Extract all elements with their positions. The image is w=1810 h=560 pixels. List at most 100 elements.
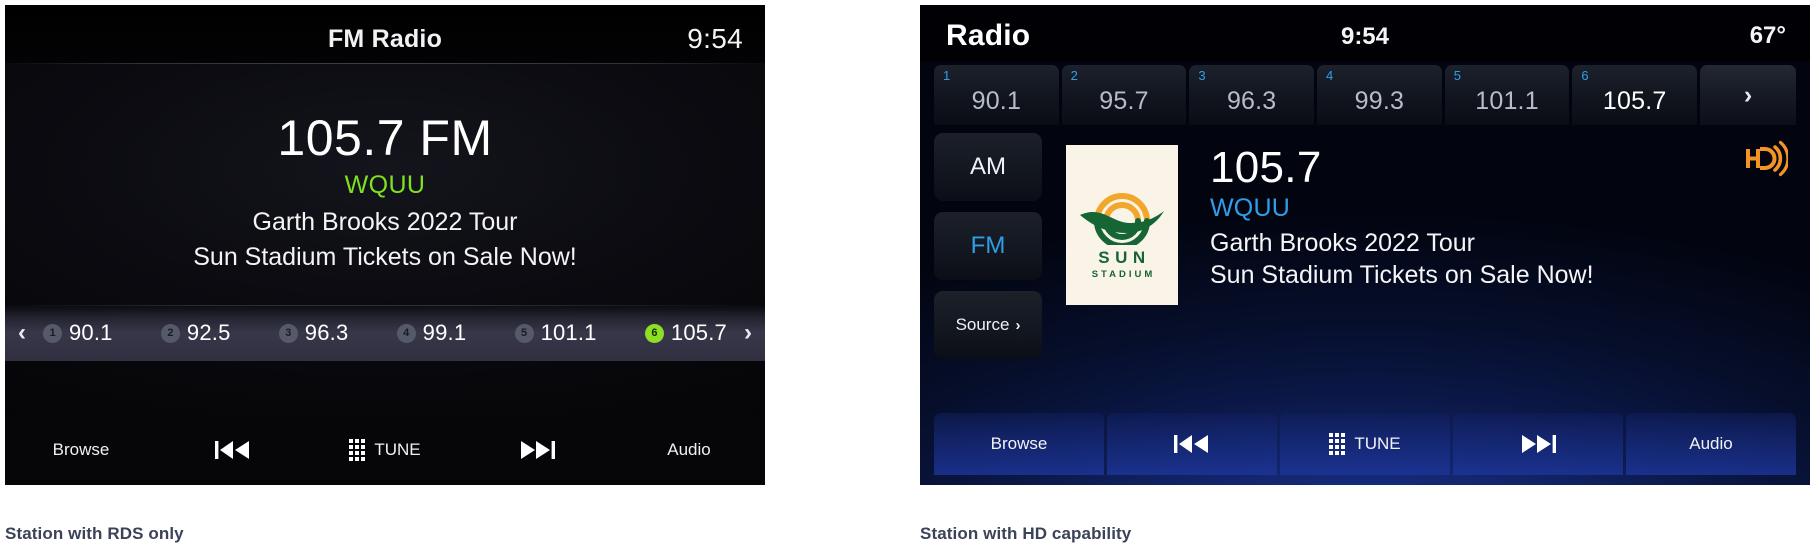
rds-preset-1-frequency: 90.1 xyxy=(69,320,113,345)
hd-source-button[interactable]: Source › xyxy=(934,291,1042,359)
rds-preset-6-number: 6 xyxy=(644,323,664,343)
hd-preset-1-number: 1 xyxy=(943,68,951,83)
hd-browse-button[interactable]: Browse xyxy=(934,413,1104,475)
rds-call-sign: WQUU xyxy=(344,171,426,199)
hd-browse-label: Browse xyxy=(990,434,1048,453)
hd-preset-1[interactable]: 1 90.1 xyxy=(934,65,1059,125)
hd-preset-4-frequency: 99.3 xyxy=(1354,87,1405,115)
hd-preset-5[interactable]: 5 101.1 xyxy=(1444,65,1570,125)
rds-tune-button[interactable]: TUNE xyxy=(309,415,461,485)
hd-source-label: Source xyxy=(955,315,1010,334)
hd-am-label: AM xyxy=(970,153,1006,180)
hd-preset-6-frequency: 105.7 xyxy=(1602,87,1667,115)
rds-preset-4-number: 4 xyxy=(396,323,416,343)
rds-audio-button[interactable]: Audio xyxy=(613,415,765,485)
hd-preset-4-number: 4 xyxy=(1326,68,1334,83)
hd-radio-text-line-1: Garth Brooks 2022 Tour xyxy=(1210,228,1475,257)
hd-preset-6[interactable]: 6 105.7 xyxy=(1572,65,1698,125)
rds-preset-5-frequency: 101.1 xyxy=(540,320,597,345)
hd-temperature: 67° xyxy=(1749,22,1786,49)
rds-preset-1-number: 1 xyxy=(43,323,62,343)
chevron-right-icon: › xyxy=(1743,80,1753,109)
rds-radio-screen: FM Radio 9:54 105.7 FM WQUU Garth Brooks… xyxy=(5,5,765,485)
rds-preset-2-frequency: 92.5 xyxy=(186,320,231,345)
rds-next-button[interactable] xyxy=(461,415,613,485)
hd-preset-3[interactable]: 3 96.3 xyxy=(1189,65,1315,125)
rds-tune-label: TUNE xyxy=(374,440,421,459)
hd-radio-icon xyxy=(1744,139,1790,177)
hd-preset-3-number: 3 xyxy=(1198,68,1206,83)
hd-album-art: SUN STADIUM xyxy=(1066,145,1178,305)
rds-preset-4[interactable]: 4 99.1 xyxy=(396,320,467,346)
sun-stadium-logo-icon xyxy=(1076,171,1168,249)
hd-preset-2-number: 2 xyxy=(1070,68,1078,83)
rds-preset-6[interactable]: 6 105.7 xyxy=(644,320,727,346)
prev-track-icon xyxy=(1172,433,1212,455)
rds-browse-label: Browse xyxy=(52,440,110,459)
hd-audio-label: Audio xyxy=(1689,434,1733,453)
hd-band-selector: AM FM Source › xyxy=(934,133,1042,370)
hd-tune-button[interactable]: TUNE xyxy=(1280,413,1450,475)
hd-audio-button[interactable]: Audio xyxy=(1626,413,1796,475)
rds-preset-1[interactable]: 1 90.1 xyxy=(43,320,113,346)
hd-radio-text-line-2: Sun Stadium Tickets on Sale Now! xyxy=(1210,260,1594,289)
rds-preset-bar: ‹ 1 90.1 2 92.5 3 96.3 4 99.1 5 101.1 6 … xyxy=(5,305,765,361)
hd-call-sign: WQUU xyxy=(1210,193,1290,222)
hd-preset-5-frequency: 101.1 xyxy=(1475,87,1539,115)
hd-am-button[interactable]: AM xyxy=(934,133,1042,201)
hd-fm-label: FM xyxy=(970,232,1006,259)
rds-audio-label: Audio xyxy=(667,440,711,459)
rds-preset-3-frequency: 96.3 xyxy=(304,320,349,345)
hd-now-playing-info: 105.7 WQUU Garth Brooks 2022 Tour Sun St… xyxy=(1210,143,1750,290)
hd-preset-2[interactable]: 2 95.7 xyxy=(1061,65,1187,125)
rds-clock: 9:54 xyxy=(687,23,743,54)
hd-clock: 9:54 xyxy=(1340,23,1390,50)
rds-preset-prev-arrow-icon[interactable]: ‹ xyxy=(5,321,39,345)
hd-preset-3-frequency: 96.3 xyxy=(1226,87,1277,115)
rds-preset-2-number: 2 xyxy=(160,323,180,343)
hd-next-button[interactable] xyxy=(1453,413,1623,475)
rds-preset-4-frequency: 99.1 xyxy=(422,320,467,345)
rds-browse-button[interactable]: Browse xyxy=(5,415,157,485)
hd-preset-2-frequency: 95.7 xyxy=(1099,87,1149,115)
comparison-figure: FM Radio 9:54 105.7 FM WQUU Garth Brooks… xyxy=(0,0,1810,560)
rds-previous-button[interactable] xyxy=(157,415,309,485)
hd-tune-label: TUNE xyxy=(1354,434,1401,453)
rds-panel-caption: Station with RDS only xyxy=(5,524,184,543)
next-track-icon xyxy=(1518,433,1558,455)
next-track-icon xyxy=(517,439,557,461)
hd-radio-screen: Radio 9:54 67° 1 90.1 2 95.7 3 96.3 4 99… xyxy=(920,5,1810,485)
prev-track-icon xyxy=(213,439,253,461)
hd-preset-4[interactable]: 4 99.3 xyxy=(1317,65,1442,125)
hd-frequency: 105.7 xyxy=(1210,143,1322,192)
hd-preset-row: 1 90.1 2 95.7 3 96.3 4 99.3 5 101.1 6 10… xyxy=(934,65,1797,125)
hd-preset-5-number: 5 xyxy=(1453,68,1461,83)
rds-preset-5-number: 5 xyxy=(514,323,534,343)
rds-display-stage: FM Radio 9:54 105.7 FM WQUU Garth Brooks… xyxy=(5,5,765,415)
hd-album-art-logo-secondary: STADIUM xyxy=(1091,268,1156,280)
keypad-icon xyxy=(1329,433,1346,455)
rds-bottom-toolbar: Browse TUNE Audio xyxy=(5,415,765,485)
hd-fm-button[interactable]: FM xyxy=(934,212,1042,280)
rds-preset-3[interactable]: 3 96.3 xyxy=(278,320,349,346)
rds-preset-6-frequency: 105.7 xyxy=(670,320,727,345)
hd-previous-button[interactable] xyxy=(1107,413,1277,475)
hd-bottom-toolbar: Browse TUNE Audio xyxy=(934,413,1796,475)
chevron-right-icon: › xyxy=(1015,316,1021,334)
rds-preset-5[interactable]: 5 101.1 xyxy=(514,320,597,346)
hd-album-art-logo-primary: SUN xyxy=(1098,247,1151,267)
rds-preset-3-number: 3 xyxy=(278,323,298,343)
rds-preset-list: 1 90.1 2 92.5 3 96.3 4 99.1 5 101.1 6 10… xyxy=(39,320,731,346)
rds-screen-title: FM Radio xyxy=(327,25,443,53)
hd-preset-6-number: 6 xyxy=(1581,68,1589,83)
rds-header-divider xyxy=(5,63,765,64)
rds-radio-text-line-1: Garth Brooks 2022 Tour xyxy=(252,208,518,236)
rds-frequency: 105.7 FM xyxy=(277,110,493,166)
hd-preset-more-button[interactable]: › xyxy=(1700,65,1797,125)
rds-preset-2[interactable]: 2 92.5 xyxy=(160,320,231,346)
keypad-icon xyxy=(349,439,366,461)
hd-panel-caption: Station with HD capability xyxy=(920,524,1132,543)
rds-radio-text-line-2: Sun Stadium Tickets on Sale Now! xyxy=(193,243,577,271)
rds-preset-next-arrow-icon[interactable]: › xyxy=(731,321,765,345)
hd-preset-1-frequency: 90.1 xyxy=(971,87,1022,115)
